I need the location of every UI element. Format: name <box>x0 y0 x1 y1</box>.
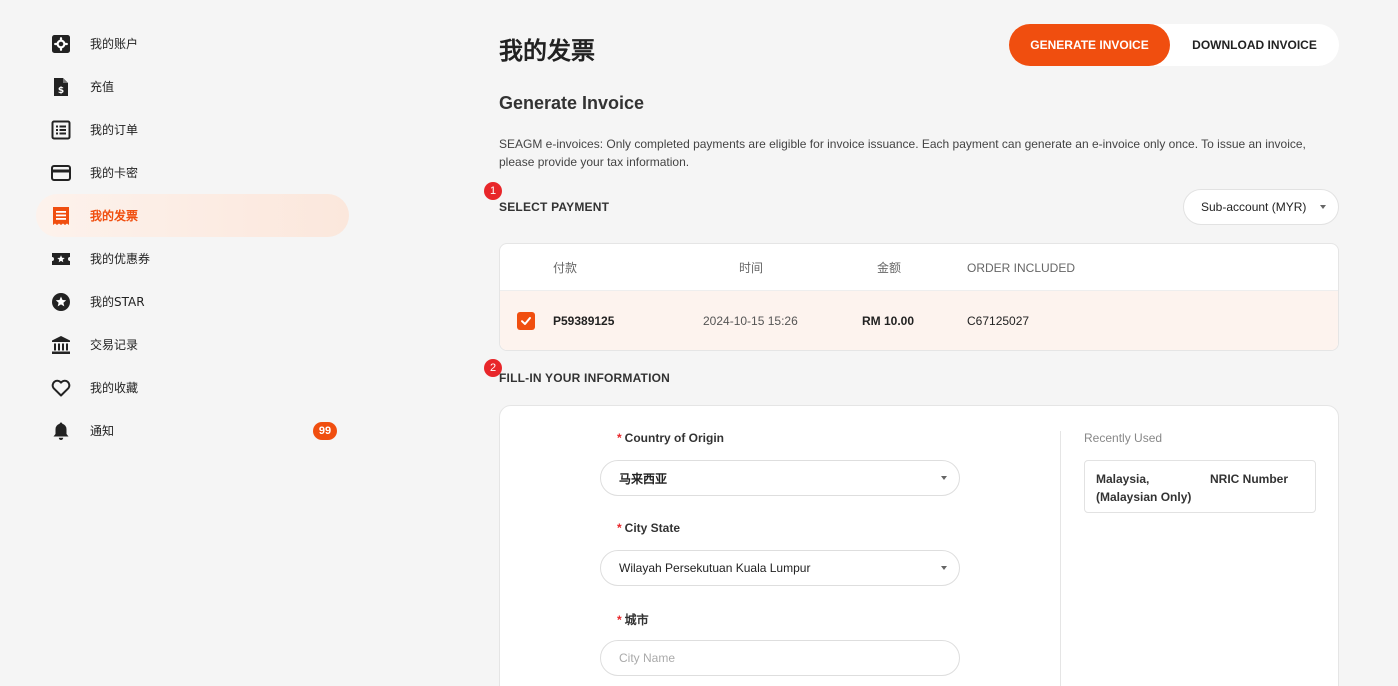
state-label: * City State <box>617 521 681 535</box>
column-header-payment: 付款 <box>553 261 578 275</box>
sidebar: 我的账户 $ 充值 我的订单 我的卡密 我的发票 我的优惠券 我的STAR 交易… <box>36 22 349 452</box>
state-select-value: Wilayah Persekutuan Kuala Lumpur <box>619 561 811 575</box>
country-select[interactable]: 马来西亚 <box>600 460 960 496</box>
sidebar-item-label: 我的卡密 <box>90 166 139 180</box>
sidebar-item-label: 交易记录 <box>90 338 139 352</box>
sidebar-item-favorites[interactable]: 我的收藏 <box>36 366 349 409</box>
sidebar-item-coupons[interactable]: 我的优惠券 <box>36 237 349 280</box>
orders-list-icon <box>50 119 72 141</box>
sidebar-item-label: 我的账户 <box>90 37 139 51</box>
information-form: * Country of Origin 马来西亚 * City State Wila… <box>499 405 1339 686</box>
required-mark: * <box>617 521 622 535</box>
sidebar-item-star[interactable]: 我的STAR <box>36 280 349 323</box>
sidebar-item-label: 我的优惠券 <box>90 252 151 266</box>
download-invoice-button[interactable]: DOWNLOAD INVOICE <box>1170 24 1339 66</box>
checkmark-icon <box>521 317 531 325</box>
country-label: * Country of Origin <box>617 431 724 445</box>
sidebar-item-label: 我的订单 <box>90 123 139 137</box>
bell-icon <box>50 420 72 442</box>
coupon-icon <box>50 248 72 270</box>
payment-table: 付款 时间 金额 ORDER INCLUDED P59389125 2024-1… <box>499 243 1339 351</box>
payment-amount: RM 10.00 <box>862 314 915 328</box>
table-header: 付款 时间 金额 ORDER INCLUDED <box>500 244 1338 291</box>
sidebar-item-notifications[interactable]: 通知 99 <box>36 409 349 452</box>
sidebar-item-transactions[interactable]: 交易记录 <box>36 323 349 366</box>
payment-time: 2024-10-15 15:26 <box>703 314 798 328</box>
city-input[interactable]: City Name <box>600 640 960 676</box>
table-row[interactable]: P59389125 2024-10-15 15:26 RM 10.00 C671… <box>500 291 1338 350</box>
step-2-label: FILL-IN YOUR INFORMATION <box>499 371 671 385</box>
sidebar-item-invoices[interactable]: 我的发票 <box>36 194 349 237</box>
sidebar-item-account[interactable]: 我的账户 <box>36 22 349 65</box>
sidebar-item-label: 我的发票 <box>90 209 139 223</box>
recently-used-item[interactable]: Malaysia, (Malaysian Only) NRIC Number <box>1084 460 1316 513</box>
account-select[interactable]: Sub-account (MYR) <box>1183 189 1339 225</box>
step-1-label: SELECT PAYMENT <box>499 200 610 214</box>
card-icon <box>50 162 72 184</box>
state-select[interactable]: Wilayah Persekutuan Kuala Lumpur <box>600 550 960 586</box>
sidebar-item-label: 充值 <box>90 80 115 94</box>
city-input-placeholder: City Name <box>619 651 676 665</box>
recent-id-type: NRIC Number <box>1210 472 1289 486</box>
required-mark: * <box>617 613 622 627</box>
sidebar-item-cards[interactable]: 我的卡密 <box>36 151 349 194</box>
account-select-value: Sub-account (MYR) <box>1201 200 1307 214</box>
recently-used-title: Recently Used <box>1084 431 1163 445</box>
invoice-icon <box>50 205 72 227</box>
sidebar-item-topup[interactable]: $ 充值 <box>36 65 349 108</box>
chevron-down-icon <box>1320 205 1326 209</box>
sidebar-item-label: 我的收藏 <box>90 381 139 395</box>
payment-id: P59389125 <box>553 314 615 328</box>
chevron-down-icon <box>941 566 947 570</box>
invoice-mode-toggle: GENERATE INVOICE DOWNLOAD INVOICE <box>1009 24 1339 66</box>
column-header-amount: 金额 <box>877 261 902 275</box>
notification-count-badge: 99 <box>313 421 337 440</box>
section-description: SEAGM e-invoices: Only completed payment… <box>499 137 1306 169</box>
column-header-order-included: ORDER INCLUDED <box>967 260 1076 275</box>
country-select-value: 马来西亚 <box>619 471 668 486</box>
bank-icon <box>50 334 72 356</box>
topup-document-icon: $ <box>50 76 72 98</box>
recent-country: Malaysia, (Malaysian Only) <box>1096 472 1192 504</box>
gear-icon <box>50 33 72 55</box>
column-header-time: 时间 <box>739 261 764 275</box>
chevron-down-icon <box>941 476 947 480</box>
star-icon <box>50 291 72 313</box>
svg-text:$: $ <box>58 86 64 96</box>
required-mark: * <box>617 431 622 445</box>
form-divider <box>1060 431 1061 686</box>
city-label: * 城市 <box>617 613 649 627</box>
sidebar-item-orders[interactable]: 我的订单 <box>36 108 349 151</box>
sidebar-item-label: 我的STAR <box>90 295 145 309</box>
row-checkbox[interactable] <box>517 312 535 330</box>
page-title: 我的发票 <box>499 37 595 65</box>
section-title: Generate Invoice <box>499 93 645 113</box>
heart-icon <box>50 377 72 399</box>
sidebar-item-label: 通知 <box>90 424 115 438</box>
generate-invoice-button[interactable]: GENERATE INVOICE <box>1009 24 1170 66</box>
order-id: C67125027 <box>967 314 1030 328</box>
step-1-badge: 1 <box>484 182 502 200</box>
